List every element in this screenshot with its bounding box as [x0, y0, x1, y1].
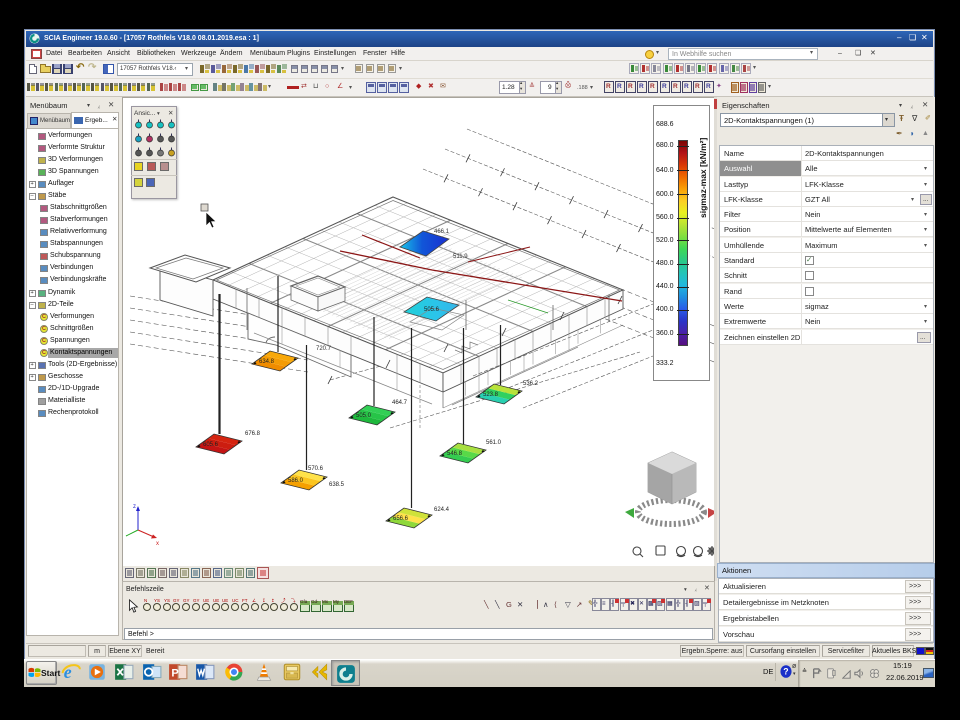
svg-text:z: z [133, 504, 136, 510]
svg-text:656.6: 656.6 [393, 516, 409, 522]
svg-text:x: x [156, 541, 159, 547]
svg-text:464.7: 464.7 [392, 400, 408, 406]
svg-text:634.8: 634.8 [259, 359, 275, 365]
svg-text:546.8: 546.8 [447, 451, 463, 457]
svg-text:523.8: 523.8 [483, 392, 499, 398]
svg-text:466.1: 466.1 [434, 229, 450, 235]
svg-text:505.6: 505.6 [424, 307, 440, 313]
svg-text:536.2: 536.2 [523, 381, 539, 387]
svg-text:?: ? [783, 667, 788, 677]
svg-text:638.5: 638.5 [329, 482, 345, 488]
svg-text:561.0: 561.0 [486, 440, 502, 446]
svg-text:511.9: 511.9 [453, 254, 468, 260]
svg-text:505.0: 505.0 [356, 413, 372, 419]
svg-text:720.7: 720.7 [316, 346, 332, 352]
svg-text:P: P [171, 667, 179, 679]
svg-text:676.8: 676.8 [245, 431, 261, 437]
svg-text:570.6: 570.6 [308, 466, 324, 472]
svg-text:586.0: 586.0 [288, 478, 304, 484]
svg-text:624.4: 624.4 [434, 507, 450, 513]
svg-text:605.6: 605.6 [203, 442, 219, 448]
